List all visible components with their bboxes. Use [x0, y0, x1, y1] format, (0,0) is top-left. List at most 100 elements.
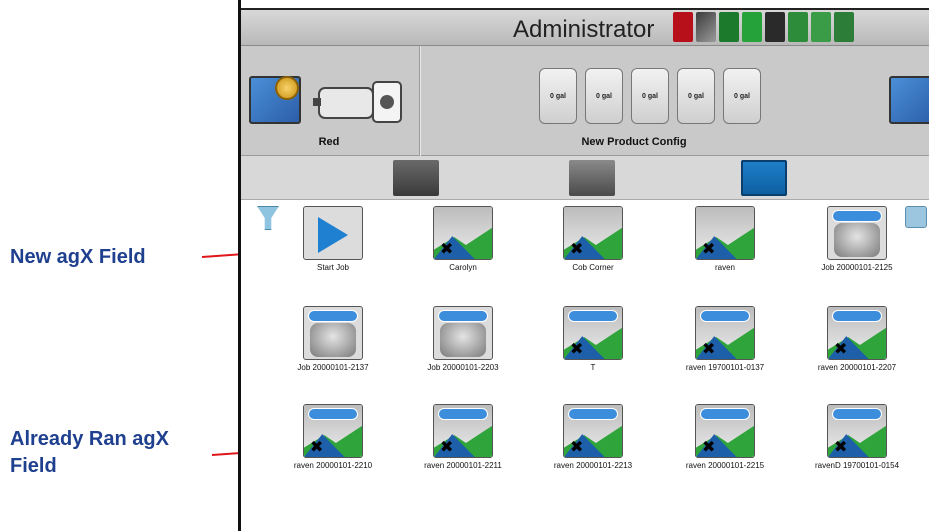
- tank-1[interactable]: 0 gal: [539, 68, 577, 124]
- agx-x-icon: ✖: [570, 339, 584, 358]
- ran-agx-field-icon: ✖: [303, 404, 363, 458]
- job-tile[interactable]: ✖ raven: [665, 206, 785, 272]
- ran-agx-field-icon: ✖: [563, 404, 623, 458]
- callout-already-ran-line1: Already Ran agX: [10, 428, 169, 450]
- playback-bar-icon: [700, 408, 750, 420]
- agx-x-icon: ✖: [702, 239, 716, 258]
- boom-up-icon[interactable]: [719, 12, 739, 42]
- new-agx-field-icon: ✖: [695, 206, 755, 260]
- job-tile[interactable]: ✖ raven 20000101-2215: [665, 404, 785, 470]
- machine-label: Red: [318, 136, 340, 148]
- product-settings-icon[interactable]: [889, 76, 929, 124]
- guidance-icon[interactable]: [742, 12, 762, 42]
- job-tile[interactable]: Start Job: [273, 206, 393, 272]
- playback-bar-icon: [568, 310, 618, 322]
- job-tile[interactable]: Job 20000101-2125: [797, 206, 917, 272]
- job-label: Carolyn: [449, 263, 477, 272]
- tab-bar: [241, 156, 929, 200]
- job-machine-icon: [827, 206, 887, 260]
- sprayer-machine-icon[interactable]: [313, 78, 405, 128]
- tab-ut[interactable]: [393, 160, 439, 196]
- job-label: raven: [714, 263, 735, 272]
- tank-5[interactable]: 0 gal: [723, 68, 761, 124]
- status-icons: [673, 12, 854, 42]
- job-tile[interactable]: ✖ raven 20000101-2210: [273, 404, 393, 470]
- job-label: raven 20000101-2207: [817, 363, 897, 372]
- job-label: Job 20000101-2203: [427, 363, 499, 372]
- job-machine-icon: [303, 306, 363, 360]
- tractor-icon: [834, 223, 880, 257]
- playback-bar-icon: [308, 408, 358, 420]
- job-machine-icon: [433, 306, 493, 360]
- ran-agx-field-icon: ✖: [433, 404, 493, 458]
- job-label: Job 20000101-2137: [297, 363, 369, 372]
- ran-agx-field-icon: ✖: [827, 404, 887, 458]
- tank-4[interactable]: 0 gal: [677, 68, 715, 124]
- new-agx-field-icon: ✖: [433, 206, 493, 260]
- gps-off-icon[interactable]: [696, 12, 716, 42]
- agx-x-icon: ✖: [570, 239, 584, 258]
- playback-bar-icon: [832, 310, 882, 322]
- config-divider: [419, 46, 421, 156]
- ran-agx-field-icon: ✖: [563, 306, 623, 360]
- job-tile[interactable]: ✖ Carolyn: [403, 206, 523, 272]
- play-icon: [318, 217, 348, 253]
- job-tile[interactable]: ✖ raven 20000101-2207: [797, 306, 917, 372]
- job-grid: Start Job ✖ Carolyn ✖ Cob Corner ✖ raven Job 20…: [241, 200, 929, 531]
- new-agx-field-icon: ✖: [563, 206, 623, 260]
- agx-x-icon: ✖: [702, 339, 716, 358]
- job-label: Cob Corner: [572, 263, 614, 272]
- tank-3[interactable]: 0 gal: [631, 68, 669, 124]
- tab-jobs[interactable]: [741, 160, 787, 196]
- ran-agx-field-icon: ✖: [827, 306, 887, 360]
- star-icon[interactable]: [788, 12, 808, 42]
- section-control-icon[interactable]: [811, 12, 831, 42]
- job-label: raven 20000101-2213: [553, 461, 633, 470]
- job-tile[interactable]: Job 20000101-2203: [403, 306, 523, 372]
- playback-bar-icon: [832, 408, 882, 420]
- job-label: Start Job: [316, 263, 349, 272]
- job-label: raven 20000101-2215: [685, 461, 765, 470]
- agx-x-icon: ✖: [440, 239, 454, 258]
- playback-bar-icon: [438, 310, 488, 322]
- screen-title: Administrator: [513, 16, 655, 43]
- tractor-icon: [310, 323, 356, 357]
- start-job-icon: [303, 206, 363, 260]
- ran-agx-field-icon: ✖: [695, 306, 755, 360]
- agx-x-icon: ✖: [570, 437, 584, 456]
- job-label: T: [590, 363, 596, 372]
- configuration-bar: Red 0 gal 0 gal 0 gal 0 gal 0 gal New Pr…: [241, 46, 929, 156]
- tank-2[interactable]: 0 gal: [585, 68, 623, 124]
- job-tile[interactable]: ✖ raven 20000101-2213: [533, 404, 653, 470]
- display-icon[interactable]: [765, 12, 785, 42]
- callout-already-ran-agx-field: Already Ran agX Field: [10, 426, 169, 480]
- rate-control-icon[interactable]: [834, 12, 854, 42]
- agx-x-icon: ✖: [310, 437, 324, 456]
- job-tile[interactable]: ✖ ravenD 19700101-0154: [797, 404, 917, 470]
- job-tile[interactable]: ✖ Cob Corner: [533, 206, 653, 272]
- title-bar: Administrator: [241, 8, 929, 46]
- job-label: raven 20000101-2211: [424, 461, 502, 470]
- job-label: raven 19700101-0137: [685, 363, 765, 372]
- gear-icon: [275, 76, 299, 100]
- job-tile[interactable]: ✖ T: [533, 306, 653, 372]
- agx-x-icon: ✖: [702, 437, 716, 456]
- tractor-icon: [440, 323, 486, 357]
- playback-bar-icon: [308, 310, 358, 322]
- job-tile[interactable]: ✖ raven 19700101-0137: [665, 306, 785, 372]
- alarm-icon[interactable]: [673, 12, 693, 42]
- tab-field-map[interactable]: [569, 160, 615, 196]
- playback-bar-icon: [832, 210, 882, 222]
- job-tile[interactable]: Job 20000101-2137: [273, 306, 393, 372]
- playback-bar-icon: [438, 408, 488, 420]
- device-screen: Administrator Red 0 gal 0 gal 0 gal 0 ga…: [238, 0, 929, 531]
- job-label: raven 20000101-2210: [293, 461, 373, 470]
- agx-x-icon: ✖: [440, 437, 454, 456]
- callout-new-agx-field: New agX Field: [10, 246, 146, 268]
- job-tile[interactable]: ✖ raven 20000101-2211: [403, 404, 523, 470]
- job-label: ravenD 19700101-0154: [814, 461, 900, 470]
- product-config-label: New Product Config: [581, 136, 687, 148]
- job-label: Job 20000101-2125: [821, 263, 893, 272]
- agx-x-icon: ✖: [834, 437, 848, 456]
- playback-bar-icon: [568, 408, 618, 420]
